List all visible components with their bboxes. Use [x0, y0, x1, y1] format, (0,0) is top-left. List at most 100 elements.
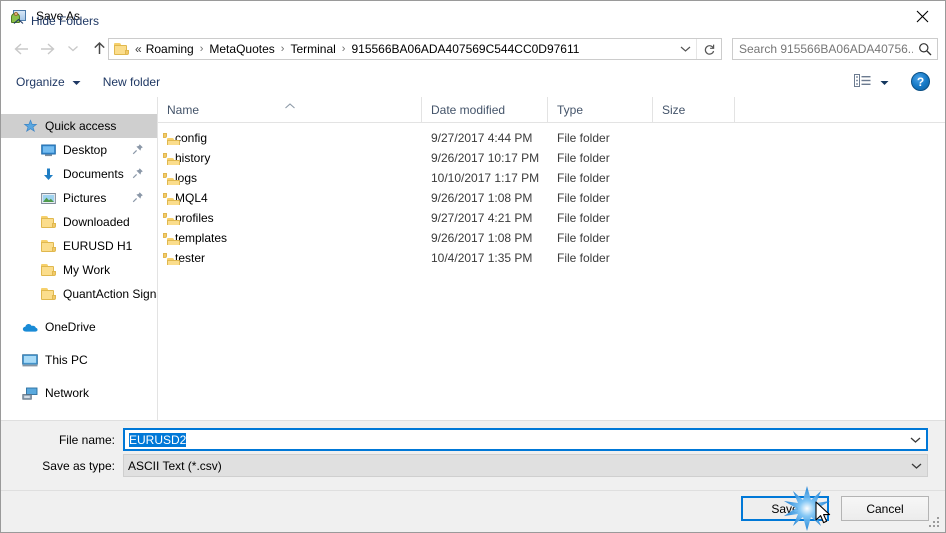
- file-name-row: File name: EURUSD2: [1, 428, 928, 451]
- breadcrumb-item-terminal[interactable]: Terminal: [288, 41, 337, 57]
- sidebar-item-desktop[interactable]: Desktop: [1, 138, 157, 162]
- folder-icon: [40, 238, 56, 254]
- breadcrumb-separator[interactable]: ›: [338, 43, 350, 55]
- sidebar-item-quantaction-signal[interactable]: QuantAction Signal: [1, 282, 157, 306]
- sidebar-item-label: Quick access: [45, 119, 117, 133]
- pin-icon[interactable]: [132, 143, 144, 155]
- date-modified-cell: 10/10/2017 1:17 PM: [431, 171, 540, 185]
- sort-ascending-icon: [284, 98, 295, 112]
- column-headers: Name Date modified Type Size: [158, 97, 945, 123]
- quick-access-star-icon: [22, 118, 38, 134]
- type-cell: File folder: [557, 191, 610, 205]
- hide-folders-button[interactable]: Hide Folders: [13, 14, 99, 28]
- chevron-down-icon[interactable]: [904, 436, 926, 444]
- search-input[interactable]: Search 915566BA06ADA40756...: [739, 42, 913, 56]
- view-layout-button[interactable]: [850, 70, 893, 93]
- file-name-input[interactable]: EURUSD2: [123, 428, 928, 451]
- pin-icon[interactable]: [132, 191, 144, 203]
- save-as-type-select[interactable]: ASCII Text (*.csv): [123, 454, 928, 477]
- breadcrumb: « Roaming › MetaQuotes › Terminal › 9155…: [130, 41, 674, 57]
- sidebar-item-downloaded[interactable]: Downloaded: [1, 210, 157, 234]
- desktop-monitor-icon: [40, 142, 56, 158]
- date-modified-cell: 9/26/2017 1:08 PM: [431, 231, 533, 245]
- command-bar-right: ?: [850, 66, 945, 97]
- type-cell: File folder: [557, 211, 610, 225]
- help-label: ?: [916, 74, 925, 89]
- table-row[interactable]: tester 10/4/2017 1:35 PM File folder: [158, 248, 945, 268]
- file-name-selected-text: EURUSD2: [129, 432, 187, 447]
- folder-icon: [114, 42, 130, 56]
- sidebar-item-quick-access[interactable]: Quick access: [1, 114, 157, 138]
- recent-locations-chevron-icon[interactable]: [60, 36, 86, 62]
- pin-icon[interactable]: [132, 167, 144, 179]
- sidebar-item-pictures[interactable]: Pictures: [1, 186, 157, 210]
- hide-folders-label: Hide Folders: [31, 14, 100, 28]
- sidebar-item-label: Documents: [63, 167, 124, 181]
- column-header-label: Name: [167, 102, 200, 117]
- sidebar-item-label: QuantAction Signal: [63, 287, 157, 301]
- file-name-label: File name:: [58, 432, 115, 447]
- file-rows: config 9/27/2017 4:44 PM File folder his…: [158, 123, 945, 268]
- date-modified-cell: 9/26/2017 1:08 PM: [431, 191, 533, 205]
- date-modified-cell: 9/26/2017 10:17 PM: [431, 151, 540, 165]
- refresh-icon[interactable]: [696, 39, 721, 59]
- save-as-type-value: ASCII Text (*.csv): [128, 458, 222, 473]
- back-arrow-icon[interactable]: [8, 36, 34, 62]
- search-icon[interactable]: [913, 42, 937, 56]
- help-icon[interactable]: ?: [911, 72, 930, 91]
- sidebar-item-network[interactable]: Network: [1, 381, 157, 405]
- sidebar-item-eurusd-h1[interactable]: EURUSD H1: [1, 234, 157, 258]
- chevron-down-icon[interactable]: [674, 39, 696, 59]
- new-folder-button[interactable]: New folder: [96, 70, 167, 93]
- sidebar-item-label: Pictures: [63, 191, 107, 205]
- search-box[interactable]: Search 915566BA06ADA40756...: [732, 38, 938, 60]
- file-name-value[interactable]: EURUSD2: [125, 432, 904, 447]
- address-bar[interactable]: « Roaming › MetaQuotes › Terminal › 9155…: [108, 38, 722, 60]
- organize-button[interactable]: Organize: [9, 70, 88, 93]
- resize-grip-icon[interactable]: [929, 517, 941, 529]
- column-header-label: Size: [662, 102, 686, 117]
- sidebar-item-label: Network: [45, 386, 90, 400]
- sidebar-item-my-work[interactable]: My Work: [1, 258, 157, 282]
- column-header-type[interactable]: Type: [548, 97, 653, 122]
- file-name-cell: config: [158, 131, 422, 145]
- table-row[interactable]: config 9/27/2017 4:44 PM File folder: [158, 128, 945, 148]
- breadcrumb-item-metaquotes[interactable]: MetaQuotes: [207, 41, 276, 57]
- table-row[interactable]: logs 10/10/2017 1:17 PM File folder: [158, 168, 945, 188]
- command-bar: Organize New folder ?: [1, 66, 945, 98]
- breadcrumb-separator[interactable]: ›: [196, 43, 208, 55]
- sidebar-item-this-pc[interactable]: This PC: [1, 348, 157, 372]
- save-as-type-label: Save as type:: [42, 458, 115, 473]
- chevron-down-icon[interactable]: [905, 462, 927, 470]
- breadcrumb-item-guid[interactable]: 915566BA06ADA407569C544CC0D97611: [349, 41, 581, 57]
- save-as-type-row: Save as type: ASCII Text (*.csv): [1, 454, 928, 477]
- navigation-pane: Quick access Desktop Documents Pictures …: [1, 97, 158, 420]
- table-row[interactable]: profiles 9/27/2017 4:21 PM File folder: [158, 208, 945, 228]
- breadcrumb-overflow[interactable]: «: [134, 42, 144, 56]
- forward-arrow-icon[interactable]: [34, 36, 60, 62]
- this-pc-monitor-icon: [22, 352, 38, 368]
- sidebar-item-label: EURUSD H1: [63, 239, 133, 253]
- column-header-name[interactable]: Name: [158, 97, 422, 122]
- column-header-date-modified[interactable]: Date modified: [422, 97, 548, 122]
- breadcrumb-item-roaming[interactable]: Roaming: [144, 41, 196, 57]
- type-cell: File folder: [557, 131, 610, 145]
- close-icon[interactable]: [899, 1, 945, 31]
- save-button[interactable]: Save: [741, 496, 829, 521]
- table-row[interactable]: history 9/26/2017 10:17 PM File folder: [158, 148, 945, 168]
- table-row[interactable]: templates 9/26/2017 1:08 PM File folder: [158, 228, 945, 248]
- cancel-button[interactable]: Cancel: [841, 496, 929, 521]
- type-cell: File folder: [557, 151, 610, 165]
- sidebar-item-onedrive[interactable]: OneDrive: [1, 315, 157, 339]
- breadcrumb-separator[interactable]: ›: [277, 43, 289, 55]
- type-cell: File folder: [557, 231, 610, 245]
- sidebar-item-documents[interactable]: Documents: [1, 162, 157, 186]
- sidebar-item-label: OneDrive: [45, 320, 96, 334]
- sidebar-item-label: This PC: [45, 353, 88, 367]
- main-content: Quick access Desktop Documents Pictures …: [1, 97, 945, 420]
- chevron-down-icon: [72, 75, 81, 89]
- file-name-label: profiles: [175, 211, 214, 225]
- column-header-size[interactable]: Size: [653, 97, 735, 122]
- table-row[interactable]: MQL4 9/26/2017 1:08 PM File folder: [158, 188, 945, 208]
